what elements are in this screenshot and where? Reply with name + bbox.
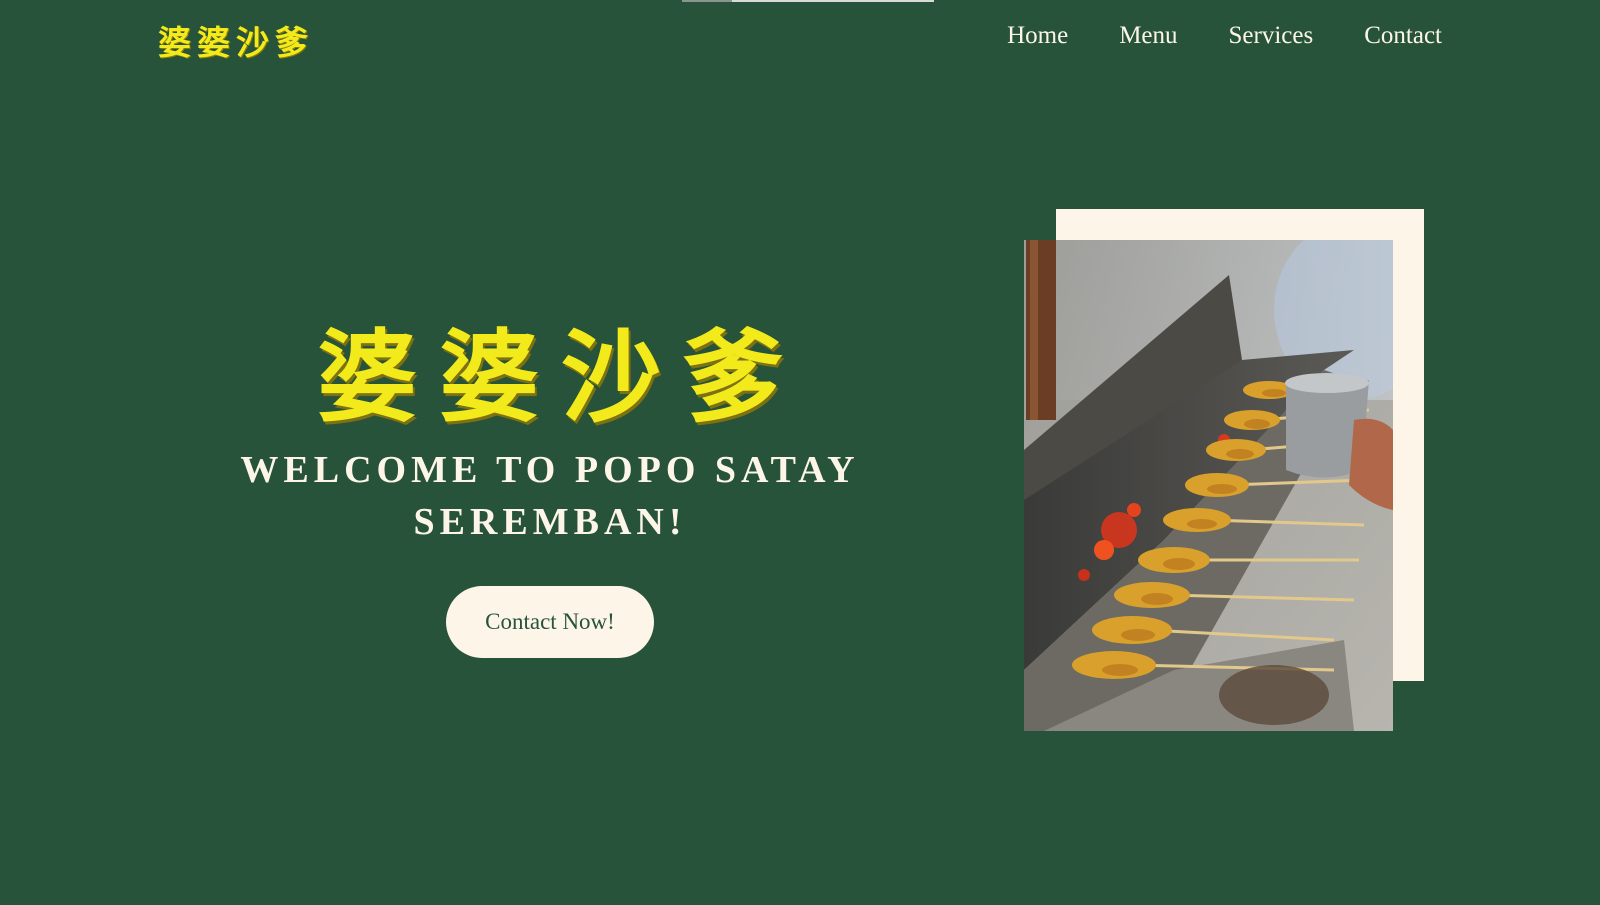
main-nav: Home Menu Services Contact	[1007, 22, 1442, 50]
contact-now-button[interactable]: Contact Now!	[446, 586, 654, 658]
satay-grill-photo	[1024, 240, 1393, 731]
hero-section: 婆婆沙爹 WELCOME TO POPO SATAY SEREMBAN! Con…	[200, 318, 900, 658]
hero-chinese-title: 婆婆沙爹	[317, 318, 805, 436]
nav-services-link[interactable]: Services	[1229, 22, 1314, 50]
nav-contact-link[interactable]: Contact	[1364, 22, 1442, 50]
nav-home-link[interactable]: Home	[1007, 22, 1068, 50]
satay-grill-illustration	[1024, 240, 1393, 731]
site-logo[interactable]: 婆婆沙爹	[158, 16, 314, 64]
top-scroll-indicator	[682, 0, 934, 2]
hero-welcome-heading: WELCOME TO POPO SATAY SEREMBAN!	[240, 449, 860, 543]
nav-menu-link[interactable]: Menu	[1119, 22, 1177, 50]
